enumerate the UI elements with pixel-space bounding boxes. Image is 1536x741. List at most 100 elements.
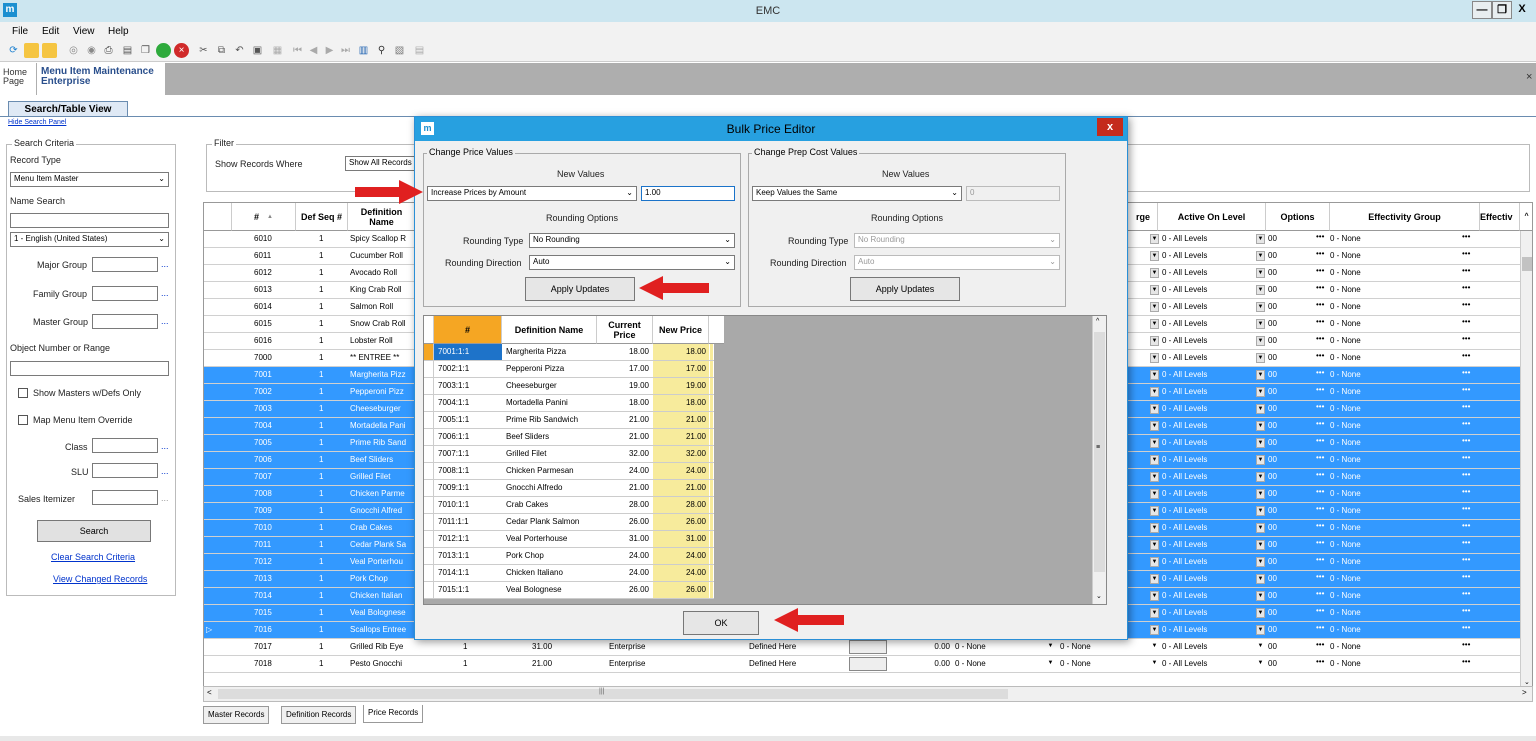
- dropdown-arrow-icon[interactable]: ▼: [1150, 625, 1159, 635]
- options-browse-icon[interactable]: •••: [1316, 385, 1324, 394]
- cell-options[interactable]: 00: [1268, 418, 1308, 434]
- cell-number[interactable]: 7001: [254, 367, 294, 383]
- preview-cell-definition-name[interactable]: Veal Porterhouse: [506, 531, 596, 547]
- effectivity-browse-icon[interactable]: •••: [1462, 538, 1470, 547]
- calendar-icon[interactable]: ▥: [356, 43, 371, 58]
- cell-effectivity-group[interactable]: 0 - None: [1330, 605, 1450, 621]
- cell-number[interactable]: 7013: [254, 571, 294, 587]
- preview-cell-definition-name[interactable]: Margherita Pizza: [506, 344, 596, 360]
- cell-def-seq[interactable]: 1: [319, 486, 339, 502]
- circle-icon[interactable]: ◎: [66, 43, 81, 58]
- row-selector[interactable]: [206, 469, 232, 485]
- preview-cell-current-price[interactable]: 26.00: [597, 582, 649, 598]
- prep-amount-input[interactable]: 0: [966, 186, 1060, 201]
- cell-def-seq[interactable]: 1: [319, 401, 339, 417]
- cell-number[interactable]: 7018: [254, 656, 294, 672]
- slu-browse-button[interactable]: ...: [161, 466, 169, 476]
- hide-search-panel-link[interactable]: Hide Search Panel: [8, 119, 66, 126]
- effectivity-browse-icon[interactable]: •••: [1462, 283, 1470, 292]
- cell-def-seq[interactable]: 1: [319, 333, 339, 349]
- options-browse-icon[interactable]: •••: [1316, 317, 1324, 326]
- menu-file[interactable]: File: [12, 26, 28, 37]
- col-header-number[interactable]: # ▲: [232, 203, 296, 231]
- cell-options[interactable]: 00: [1268, 265, 1308, 281]
- preview-cell-number[interactable]: 7006:1:1: [434, 429, 502, 445]
- price-rounding-type-select[interactable]: No Rounding ⌄: [529, 233, 735, 248]
- view-changed-records-link[interactable]: View Changed Records: [53, 574, 147, 584]
- cell-number[interactable]: 7009: [254, 503, 294, 519]
- cell-options[interactable]: 00: [1268, 282, 1308, 298]
- cell-number[interactable]: 7010: [254, 520, 294, 536]
- preview-row[interactable]: 7003:1:1 Cheeseburger 19.00 19.00: [424, 378, 714, 395]
- scroll-down-icon[interactable]: ⌄: [1096, 592, 1102, 600]
- cell-definition-name[interactable]: Lobster Roll: [350, 333, 414, 349]
- row-selector[interactable]: [206, 282, 232, 298]
- cell-def-seq[interactable]: 1: [319, 435, 339, 451]
- cell-number[interactable]: 7003: [254, 401, 294, 417]
- effectivity-browse-icon[interactable]: •••: [1462, 402, 1470, 411]
- effectivity-browse-icon[interactable]: •••: [1462, 487, 1470, 496]
- tab-master-records[interactable]: Master Records: [203, 706, 270, 724]
- cell-options[interactable]: 00: [1268, 401, 1308, 417]
- tab-price-records[interactable]: Price Records: [363, 705, 424, 723]
- cell-number[interactable]: 7016: [254, 622, 294, 638]
- preview-cell-number[interactable]: 7003:1:1: [434, 378, 502, 394]
- preview-cell-number[interactable]: 7009:1:1: [434, 480, 502, 496]
- preview-vertical-scrollbar[interactable]: ^ ≡ ⌄: [1092, 316, 1106, 604]
- price-mode-select[interactable]: Increase Prices by Amount ⌄: [427, 186, 637, 201]
- cell-color-swatch[interactable]: [849, 640, 887, 654]
- family-group-browse-button[interactable]: ...: [161, 288, 169, 298]
- dropdown-arrow-icon[interactable]: ▼: [1256, 642, 1265, 652]
- preview-cell-definition-name[interactable]: Veal Bolognese: [506, 582, 596, 598]
- preview-cell-number[interactable]: 7005:1:1: [434, 412, 502, 428]
- find-icon[interactable]: ⚲: [374, 43, 389, 58]
- tab-definition-records[interactable]: Definition Records: [281, 706, 357, 724]
- preview-cell-new-price[interactable]: 26.00: [653, 582, 709, 598]
- options-browse-icon[interactable]: •••: [1316, 657, 1324, 666]
- row-selector[interactable]: [206, 333, 232, 349]
- preview-cell-new-price[interactable]: 24.00: [653, 548, 709, 564]
- options-browse-icon[interactable]: •••: [1316, 623, 1324, 632]
- cell-effectivity-group[interactable]: 0 - None: [1330, 401, 1450, 417]
- preview-cell-current-price[interactable]: 24.00: [597, 463, 649, 479]
- preview-cell-new-price[interactable]: 18.00: [653, 395, 709, 411]
- dropdown-arrow-icon[interactable]: ▼: [1256, 659, 1265, 669]
- cell-number[interactable]: 7017: [254, 639, 294, 655]
- cell-active-on-level[interactable]: 0 - All Levels: [1162, 401, 1252, 417]
- tab-search-table-view[interactable]: Search/Table View: [8, 101, 128, 117]
- cell-def-seq[interactable]: 1: [319, 350, 339, 366]
- preview-cell-current-price[interactable]: 18.00: [597, 344, 649, 360]
- dropdown-arrow-icon[interactable]: ▼: [1256, 540, 1265, 550]
- cell-active-on-level[interactable]: 0 - All Levels: [1162, 537, 1252, 553]
- master-group-browse-button[interactable]: ...: [161, 316, 169, 326]
- row-selector[interactable]: [206, 554, 232, 570]
- effectivity-browse-icon[interactable]: •••: [1462, 249, 1470, 258]
- preview-cell-current-price[interactable]: 24.00: [597, 548, 649, 564]
- cell-options[interactable]: 00: [1268, 299, 1308, 315]
- name-search-input[interactable]: [10, 213, 169, 228]
- effectivity-browse-icon[interactable]: •••: [1462, 436, 1470, 445]
- dialog-close-button[interactable]: x: [1097, 118, 1123, 136]
- dropdown-arrow-icon[interactable]: ▼: [1150, 591, 1159, 601]
- cell-class-2[interactable]: 0 - None: [1060, 656, 1130, 672]
- dropdown-arrow-icon[interactable]: ▼: [1150, 421, 1159, 431]
- row-selector[interactable]: [206, 486, 232, 502]
- preview-cell-number[interactable]: 7011:1:1: [434, 514, 502, 530]
- dropdown-arrow-icon[interactable]: ▼: [1150, 336, 1159, 346]
- effectivity-browse-icon[interactable]: •••: [1462, 334, 1470, 343]
- preview-cell-number[interactable]: 7008:1:1: [434, 463, 502, 479]
- cell-active-on-level[interactable]: 0 - All Levels: [1162, 350, 1252, 366]
- cell-def-seq[interactable]: 1: [319, 469, 339, 485]
- cell-level[interactable]: 1: [463, 656, 483, 672]
- preview-cell-definition-name[interactable]: Crab Cakes: [506, 497, 596, 513]
- print-icon[interactable]: ⎙: [101, 43, 116, 58]
- sales-itemizer-input[interactable]: [92, 490, 158, 505]
- prep-mode-select[interactable]: Keep Values the Same ⌄: [752, 186, 962, 201]
- cell-options[interactable]: 00: [1268, 503, 1308, 519]
- add-icon[interactable]: [156, 43, 171, 58]
- effectivity-browse-icon[interactable]: •••: [1462, 453, 1470, 462]
- effectivity-browse-icon[interactable]: •••: [1462, 300, 1470, 309]
- cell-number[interactable]: 6016: [254, 333, 294, 349]
- preview-cell-definition-name[interactable]: Cheeseburger: [506, 378, 596, 394]
- cell-number[interactable]: 6010: [254, 231, 294, 247]
